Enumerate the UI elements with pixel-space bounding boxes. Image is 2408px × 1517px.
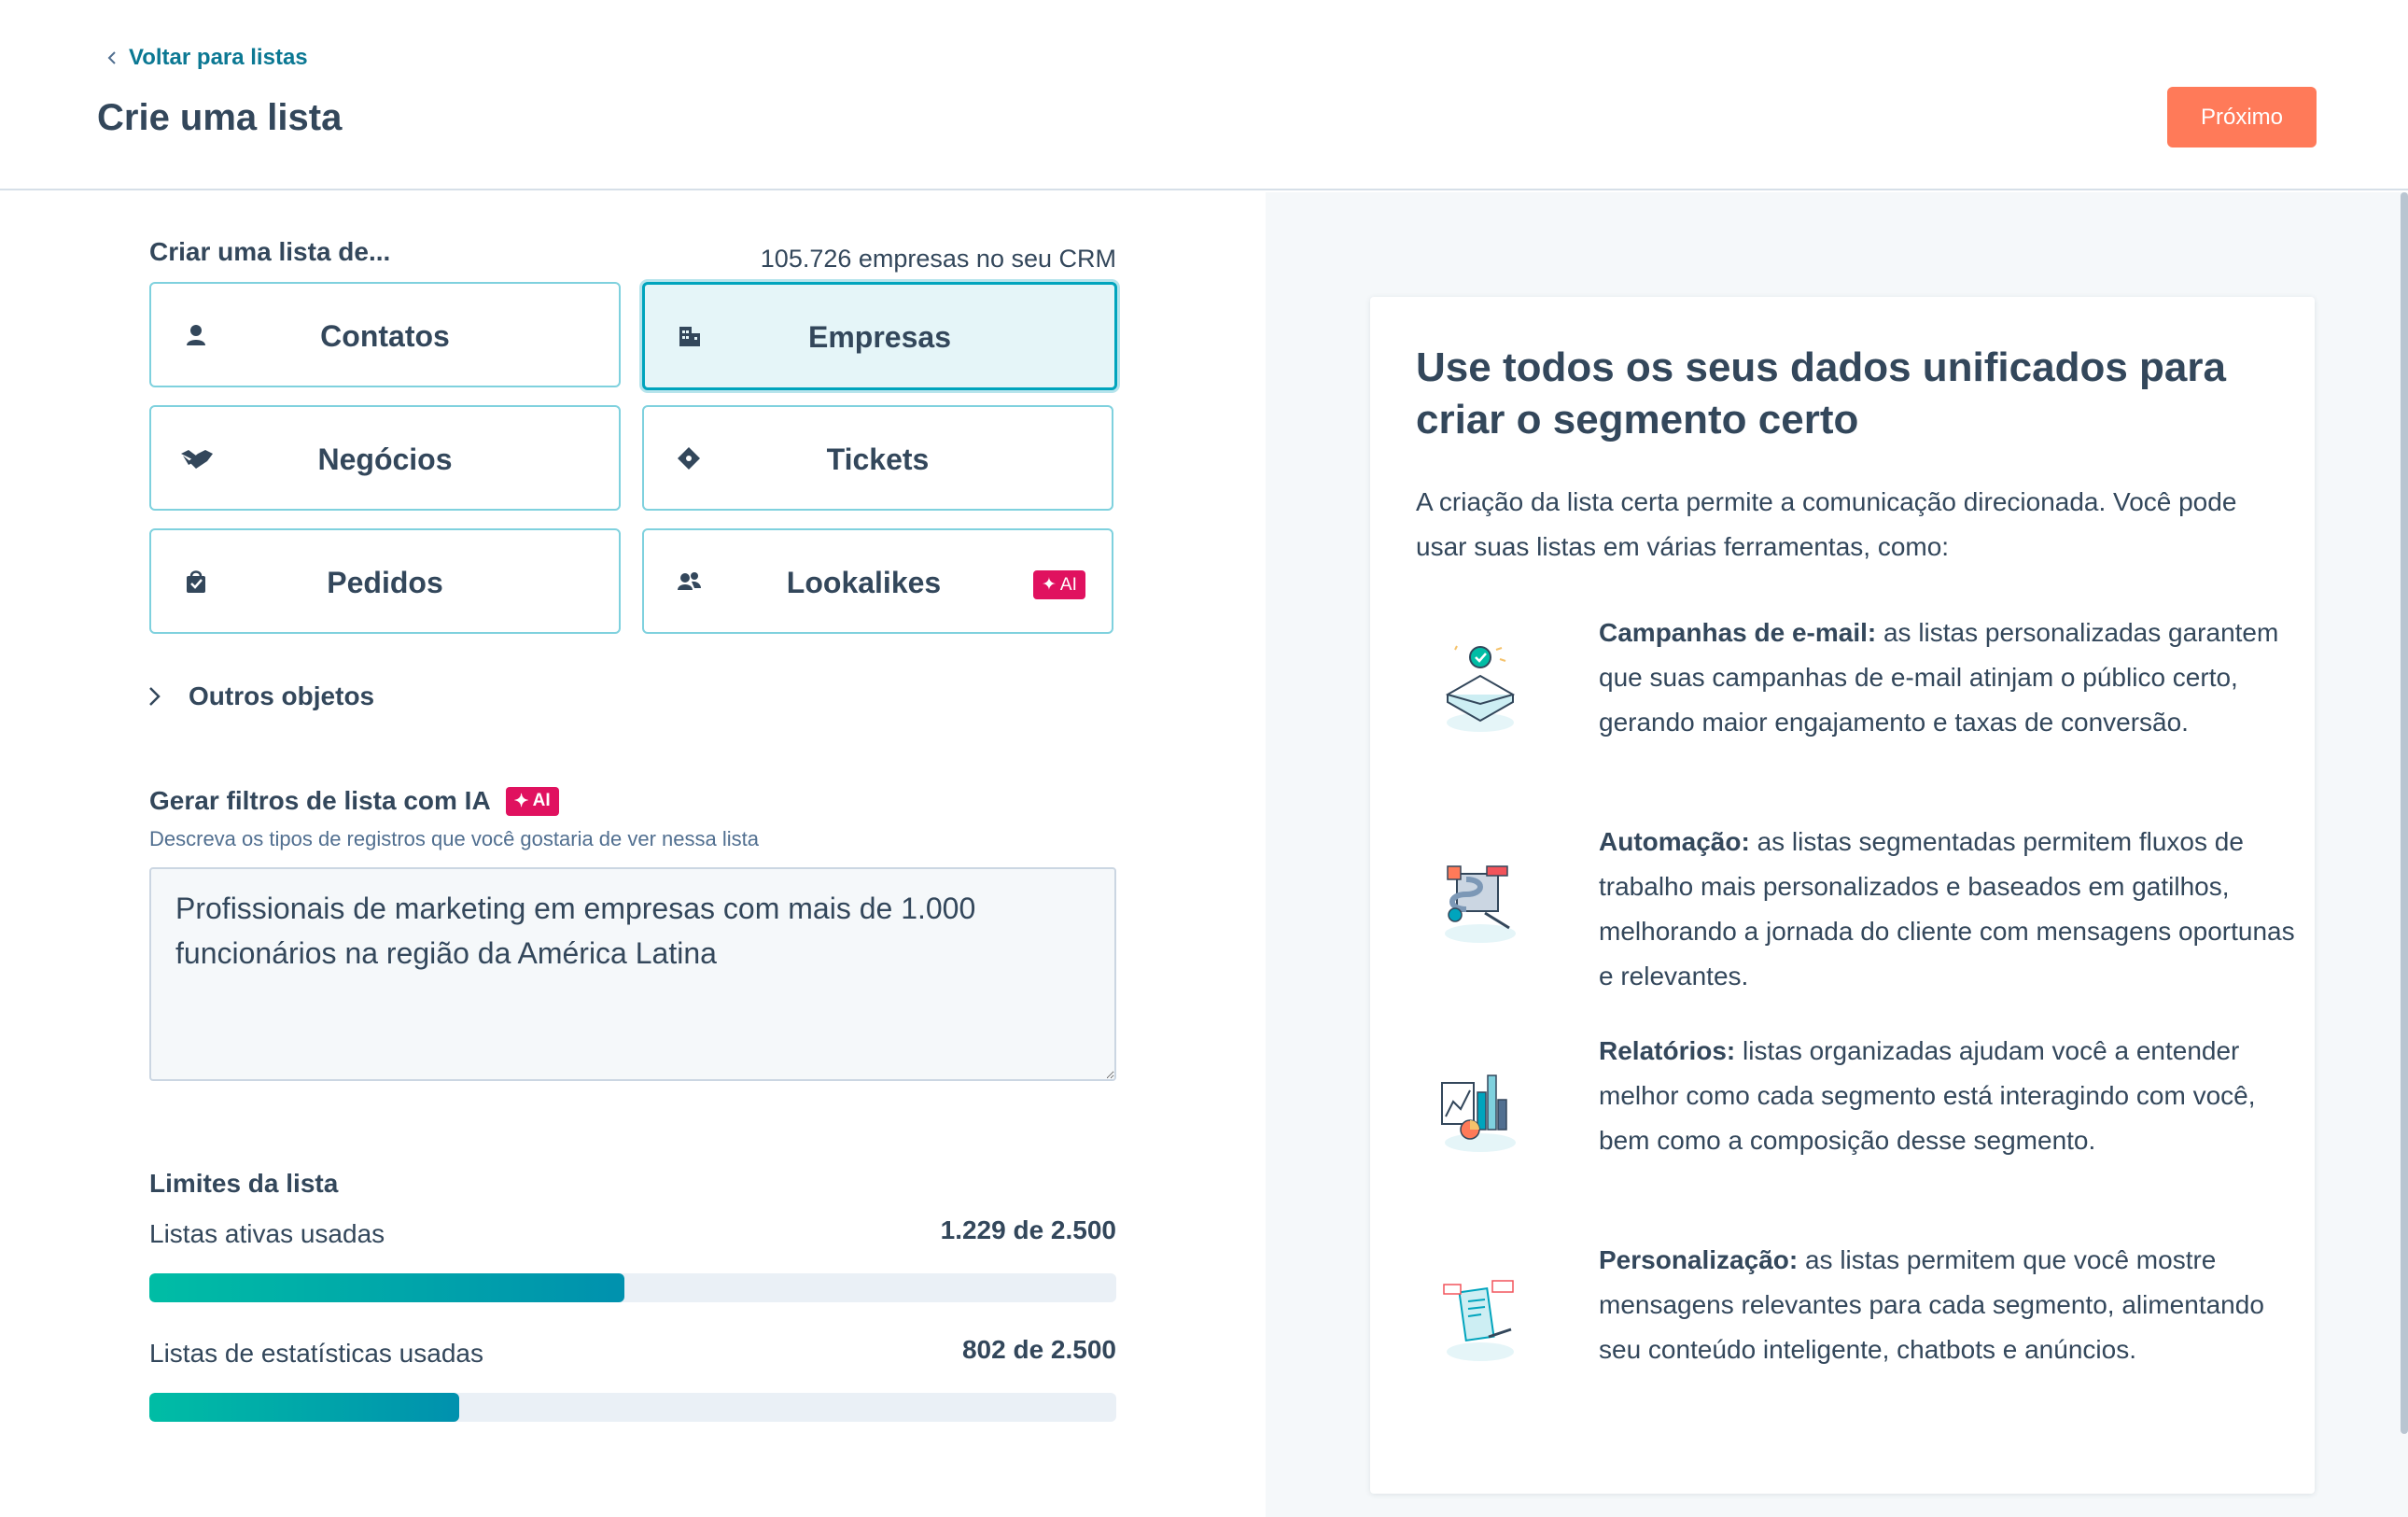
object-card-label: Pedidos — [327, 566, 443, 599]
object-card-label: Empresas — [808, 320, 951, 354]
object-card-label: Negócios — [317, 442, 453, 476]
object-card-companies[interactable]: Empresas — [642, 282, 1117, 390]
active-lists-label: Listas ativas usadas — [149, 1219, 385, 1248]
ai-badge: ✦ AI — [1033, 570, 1085, 599]
chevron-right-icon — [149, 687, 161, 706]
feature-email-campaigns: Campanhas de e-mail: as listas personali… — [1416, 611, 2293, 807]
info-card: Use todos os seus dados unificados para … — [1370, 297, 2315, 1494]
next-button[interactable]: Próximo — [2167, 87, 2317, 147]
email-campaign-illustration — [1445, 645, 1516, 732]
ai-filter-prompt-input[interactable]: Profissionais de marketing em empresas c… — [149, 867, 1116, 1081]
static-lists-progress-bar — [149, 1393, 1116, 1422]
feature-text: Automação: as listas segmentadas permite… — [1599, 827, 2295, 990]
object-card-label: Tickets — [826, 442, 930, 476]
active-lists-value: 1.229 de 2.500 — [940, 1215, 1116, 1244]
back-to-lists-link[interactable]: Voltar para listas — [105, 45, 308, 71]
list-limits-title: Limites da lista — [149, 1169, 339, 1198]
feature-automation: Automação: as listas segmentadas permite… — [1416, 820, 2295, 1016]
ai-badge: ✦ AI — [505, 786, 559, 816]
progress-fill — [149, 1273, 625, 1302]
info-intro: A criação da lista certa permite a comun… — [1416, 487, 2237, 561]
list-setup-panel: Criar uma lista de... 105.726 empresas n… — [0, 192, 1266, 1517]
info-title: Use todos os seus dados unificados para … — [1416, 344, 2226, 442]
object-card-contacts[interactable]: Contatos — [149, 282, 621, 387]
object-card-lookalikes[interactable]: Lookalikes ✦ AI — [642, 528, 1113, 634]
feature-text: Campanhas de e-mail: as listas personali… — [1599, 618, 2279, 737]
ai-filters-title: Gerar filtros de lista com IA — [149, 786, 491, 815]
feature-personalization: Personalização: as listas permitem que v… — [1416, 1238, 2293, 1434]
ai-filters-heading: Gerar filtros de lista com IA ✦ AI — [149, 786, 559, 816]
ai-filters-description: Descreva os tipos de registros que você … — [149, 827, 759, 850]
reports-illustration — [1441, 1075, 1516, 1152]
automation-illustration — [1445, 865, 1516, 943]
object-card-orders[interactable]: Pedidos — [149, 528, 621, 634]
object-card-tickets[interactable]: Tickets — [642, 405, 1113, 511]
feature-reports: Relatórios: listas organizadas ajudam vo… — [1416, 1029, 2293, 1225]
page-header: Voltar para listas Crie uma lista Próxim… — [0, 0, 2408, 190]
sparkle-icon: ✦ — [513, 791, 529, 811]
page-title: Crie uma lista — [97, 97, 343, 138]
static-lists-label: Listas de estatísticas usadas — [149, 1339, 483, 1368]
create-list-label: Criar uma lista de... — [149, 237, 391, 266]
other-objects-label: Outros objetos — [189, 681, 375, 710]
scrollbar[interactable] — [2401, 192, 2408, 1434]
active-lists-progress-bar — [149, 1273, 1116, 1302]
chevron-left-icon — [107, 51, 116, 64]
object-card-label: Contatos — [320, 319, 450, 353]
personalization-illustration — [1443, 1280, 1514, 1361]
back-link-label: Voltar para listas — [129, 45, 308, 70]
feature-text: Relatórios: listas organizadas ajudam vo… — [1599, 1036, 2256, 1155]
sparkle-icon: ✦ — [1042, 575, 1057, 595]
feature-text: Personalização: as listas permitem que v… — [1599, 1245, 2264, 1364]
info-panel: Use todos os seus dados unificados para … — [1266, 192, 2408, 1517]
static-lists-value: 802 de 2.500 — [961, 1335, 1116, 1364]
object-card-deals[interactable]: Negócios — [149, 405, 621, 511]
crm-record-count: 105.726 empresas no seu CRM — [760, 245, 1116, 273]
progress-fill — [149, 1393, 460, 1422]
other-objects-toggle[interactable]: Outros objetos — [147, 681, 374, 711]
